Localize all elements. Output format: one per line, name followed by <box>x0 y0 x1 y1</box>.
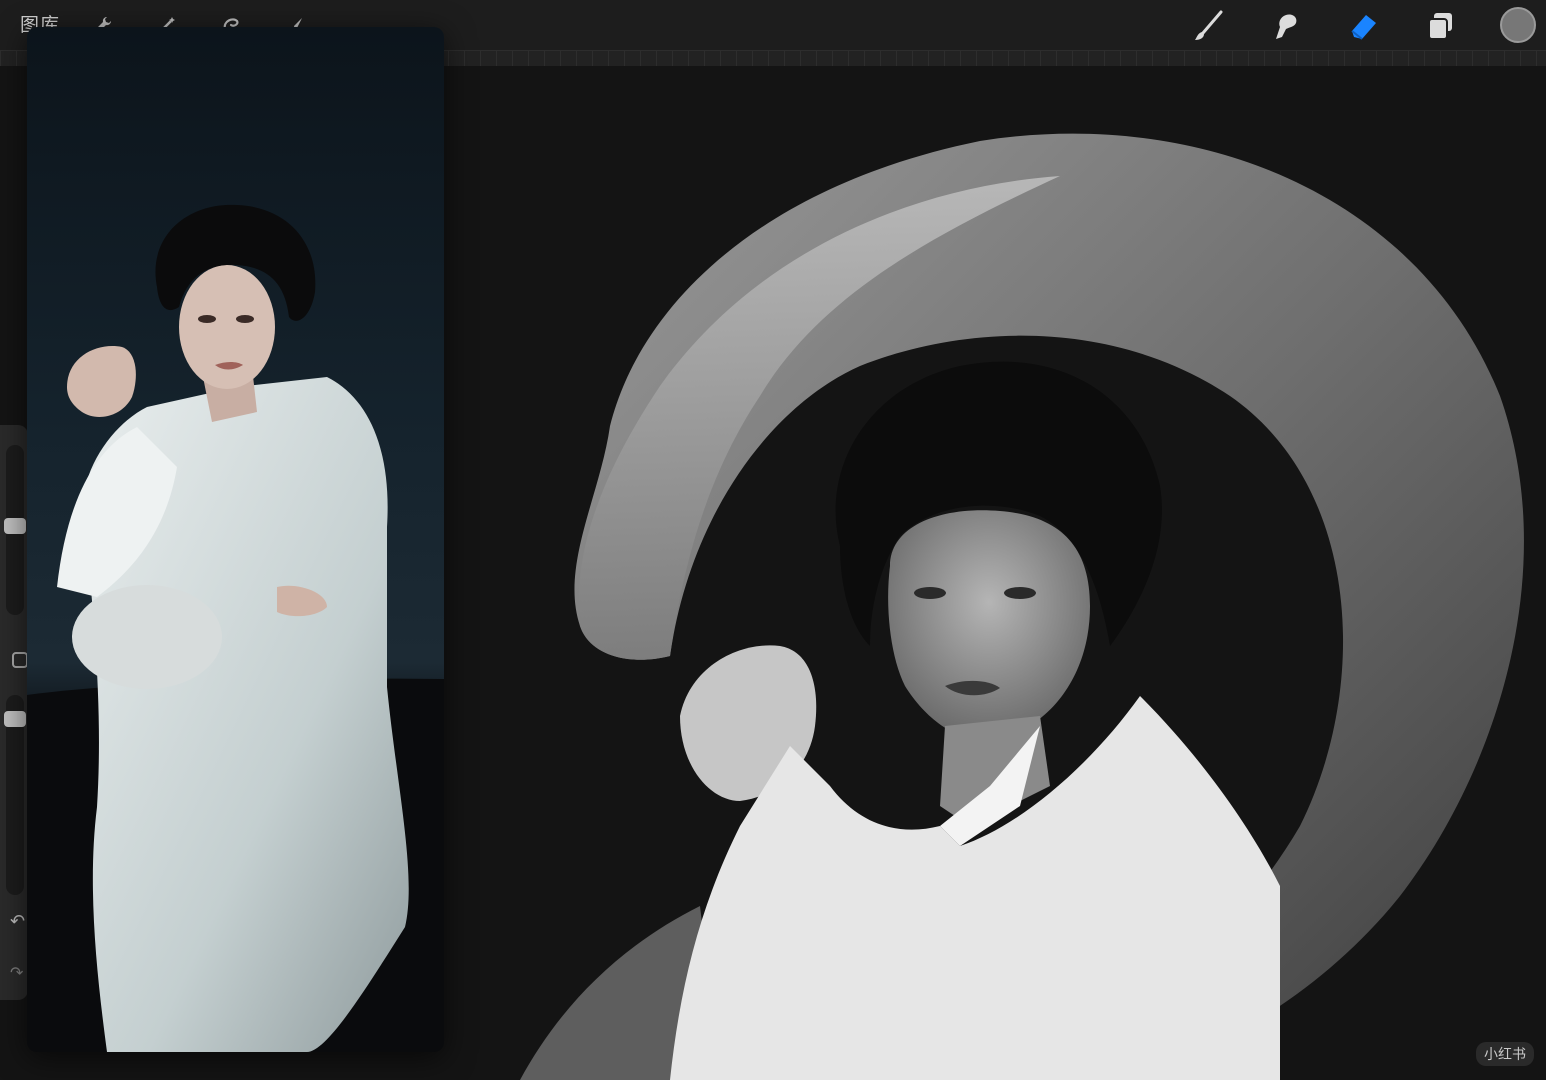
square-modify-icon[interactable] <box>12 652 28 668</box>
eraser-icon[interactable] <box>1343 6 1383 46</box>
side-toolbar: ↶ ↷ <box>0 425 28 1000</box>
undo-arrow-icon[interactable]: ↶ <box>10 911 25 932</box>
reference-window[interactable] <box>27 27 444 1052</box>
color-picker-swatch[interactable] <box>1500 7 1536 43</box>
brush-icon[interactable] <box>1188 6 1228 46</box>
watermark-badge: 小红书 <box>1476 1042 1534 1066</box>
redo-arrow-icon[interactable]: ↷ <box>10 963 23 982</box>
opacity-handle[interactable] <box>4 711 26 727</box>
layers-icon[interactable] <box>1421 6 1461 46</box>
brush-size-handle[interactable] <box>4 518 26 534</box>
smudge-finger-icon[interactable] <box>1265 6 1305 46</box>
